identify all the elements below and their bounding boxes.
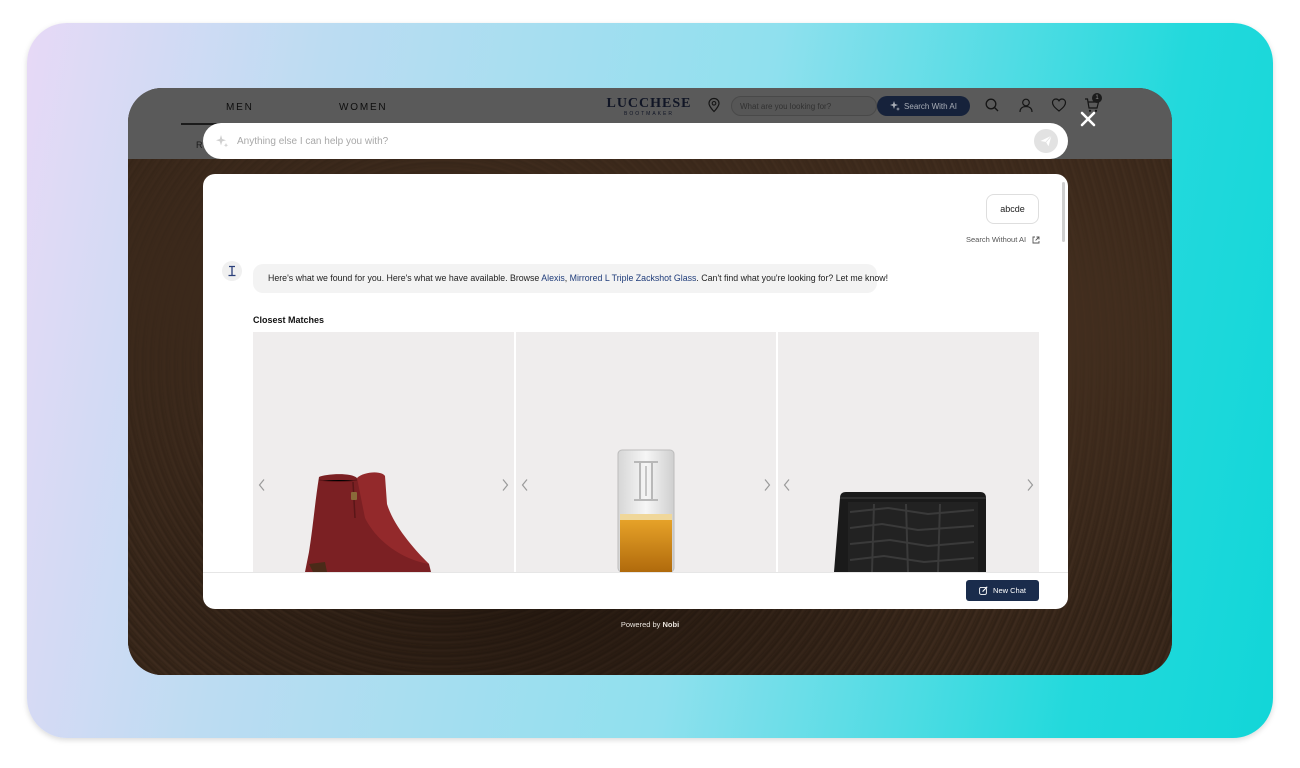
product-link-alexis[interactable]: Alexis bbox=[541, 273, 564, 283]
powered-brand[interactable]: Nobi bbox=[663, 620, 680, 629]
product-carousel bbox=[253, 332, 1040, 572]
send-button[interactable] bbox=[1034, 129, 1058, 153]
powered-prefix: Powered by bbox=[620, 620, 663, 629]
lucchese-l-icon bbox=[228, 265, 236, 277]
chevron-left-icon[interactable] bbox=[257, 478, 267, 492]
scrollbar[interactable] bbox=[1062, 182, 1065, 242]
chevron-left-icon[interactable] bbox=[520, 478, 530, 492]
chat-input[interactable] bbox=[237, 135, 1034, 147]
close-icon[interactable] bbox=[1077, 108, 1099, 130]
shot-glass-image bbox=[617, 449, 675, 572]
search-without-ai-label: Search Without AI bbox=[966, 235, 1027, 244]
bot-text-before: Here's what we found for you. Here's wha… bbox=[268, 273, 542, 283]
bot-message-bubble: Here's what we found for you. Here's wha… bbox=[253, 264, 888, 293]
chat-prompt-bar bbox=[203, 123, 1068, 159]
chat-panel: abcde Search Without AI Here's what we f… bbox=[203, 174, 1068, 609]
panel-divider bbox=[203, 572, 1068, 573]
chevron-right-icon[interactable] bbox=[1025, 478, 1035, 492]
closest-matches-heading: Closest Matches bbox=[253, 315, 325, 325]
red-ankle-boot-image bbox=[305, 472, 431, 572]
sparkle-icon bbox=[216, 135, 229, 148]
search-without-ai-link[interactable]: Search Without AI bbox=[966, 235, 1040, 244]
chevron-right-icon[interactable] bbox=[762, 478, 772, 492]
send-arrow-icon bbox=[1040, 135, 1052, 147]
product-card[interactable] bbox=[778, 332, 1040, 572]
product-card[interactable] bbox=[253, 332, 514, 572]
chevron-left-icon[interactable] bbox=[782, 478, 792, 492]
external-link-icon bbox=[1032, 236, 1040, 243]
black-croc-wallet-image bbox=[834, 492, 987, 572]
new-chat-label: New Chat bbox=[993, 586, 1026, 595]
user-message-bubble: abcde bbox=[986, 194, 1039, 224]
edit-icon bbox=[979, 586, 988, 595]
chevron-right-icon[interactable] bbox=[500, 478, 510, 492]
new-chat-button[interactable]: New Chat bbox=[966, 580, 1039, 601]
product-card[interactable] bbox=[515, 332, 777, 572]
product-link-glass[interactable]: Mirrored L Triple Zackshot Glass bbox=[570, 273, 697, 283]
bot-text-after: . Can't find what you're looking for? Le… bbox=[696, 273, 889, 283]
powered-by: Powered by Nobi bbox=[0, 620, 1300, 629]
bot-avatar bbox=[222, 261, 242, 281]
